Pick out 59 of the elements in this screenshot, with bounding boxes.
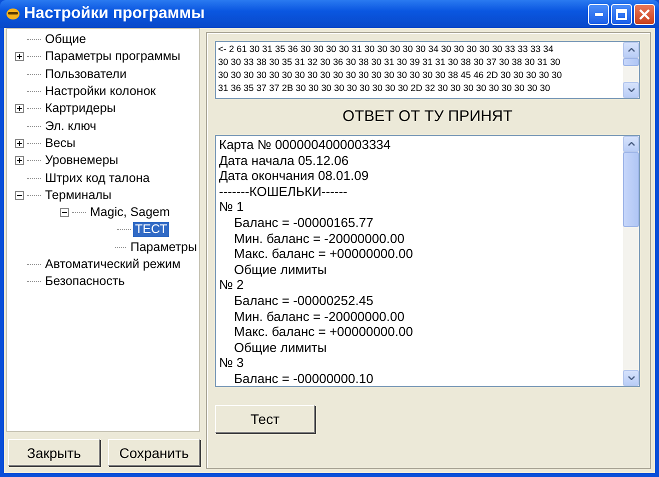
window-title: Настройки программы [24,5,205,23]
expander-icon[interactable] [15,190,24,200]
response-line: Баланс = -00000000.10 [233,370,374,386]
tree-item[interactable]: Эл. ключ [43,118,98,134]
hex-log-field[interactable] [215,41,640,99]
response-line: № 3 [219,355,245,371]
close-dialog-button[interactable]: Закрыть [8,439,100,466]
status-heading: ОТВЕТ ОТ ТУ ПРИНЯТ [342,108,514,126]
app-icon [6,8,20,20]
scrollbar-thumb[interactable] [623,58,639,66]
response-line: Общие лимиты [233,340,328,356]
tree-item[interactable]: Безопасность [43,274,127,290]
scrollbar-thumb[interactable] [623,152,639,227]
response-line: Макс. баланс = +00000000.00 [233,324,414,340]
expander-icon[interactable] [15,138,24,148]
response-line: Мин. баланс = -20000000.00 [233,230,406,246]
hex-log-line: 31 36 35 37 37 2B 30 30 30 30 30 30 30 30 30 2D 32 30 30 30 30 30 30 30 30 30 [218,82,552,95]
tree-item[interactable]: Настройки колонок [43,84,158,100]
expander-icon[interactable] [15,104,24,114]
tree-item[interactable]: Пользователи [43,66,129,82]
tree-item[interactable]: Штрих код талона [43,170,152,186]
response-line: Баланс = -00000165.77 [233,214,374,231]
response-line: Дата окончания 08.01.09 [219,168,370,184]
save-button[interactable]: Сохранить [108,439,200,466]
minimize-icon [594,12,602,16]
scrollbar[interactable] [623,136,639,386]
tree-item[interactable]: Автоматический режим [43,257,183,272]
response-field[interactable] [215,135,640,387]
tree-item[interactable]: ТЕСТ [133,222,170,238]
expander-icon[interactable] [15,156,24,166]
response-line: № 2 [219,277,245,293]
response-line: Макс. баланс = +00000000.00 [233,246,414,262]
response-line: Общие лимиты [233,262,328,278]
response-line: Карта № 0000004000003334 [219,137,392,153]
tree-item[interactable]: Терминалы [43,188,114,203]
tree-item[interactable]: Картридеры [43,101,118,116]
hex-log-line: <- 2 61 30 31 35 36 30 30 30 30 31 30 30 30 30 30 34 30 30 30 30 30 33 33 33 34 [218,43,554,56]
expander-icon[interactable] [60,208,69,218]
tree-item[interactable]: Общие [43,32,88,48]
tree-item[interactable]: Параметры [128,240,199,255]
maximize-icon [616,8,627,20]
test-button[interactable]: Тест [215,405,315,433]
maximize-button[interactable] [611,4,632,24]
response-line: Дата начала 05.12.06 [219,152,350,168]
hex-log-line: 30 30 33 38 30 35 31 32 30 36 30 38 30 31 30 39 31 31 30 38 30 37 30 38 30 31 30 [218,56,562,69]
close-icon [639,8,650,20]
minimize-button[interactable] [588,4,609,24]
response-line: -------КОШЕЛЬКИ------ [219,184,348,200]
scrollbar[interactable] [623,42,639,98]
close-button[interactable] [634,4,655,24]
expander-icon[interactable] [15,52,24,62]
hex-log-line: 30 30 30 30 30 30 30 30 30 30 30 30 30 30 30 30 30 30 38 45 46 2D 30 30 30 30 30 [218,69,563,82]
response-line: Баланс = -00000252.45 [233,292,374,309]
tree-item[interactable]: Весы [43,136,78,151]
tree-item[interactable]: Уровнемеры [43,153,120,168]
tree-item[interactable]: Параметры программы [43,49,182,64]
response-line: Мин. баланс = -20000000.00 [233,308,406,324]
response-line: № 1 [219,199,245,215]
tree-item[interactable]: Magic, Sagem [88,205,172,220]
